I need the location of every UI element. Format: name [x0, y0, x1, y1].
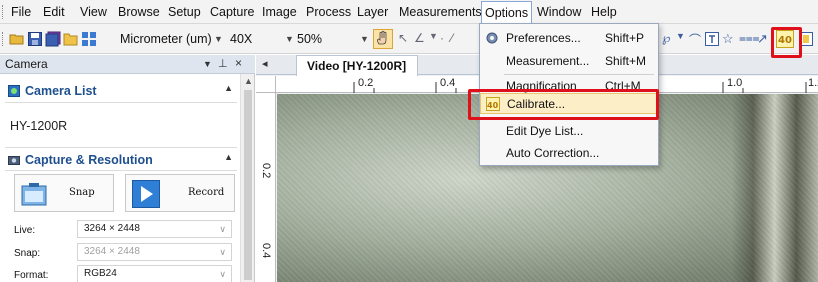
menu-help[interactable]: Help: [591, 4, 617, 20]
pin-icon[interactable]: ⊥: [218, 57, 228, 70]
menu-measurements[interactable]: Measurements: [399, 4, 482, 20]
menu-browse[interactable]: Browse: [118, 4, 160, 20]
camera-list-icon: [8, 85, 20, 97]
live-resolution-value: 3264 × 2448: [84, 223, 140, 234]
unit-select[interactable]: Micrometer (um): [120, 29, 212, 49]
snap-dropdown-icon[interactable]: ∨: [219, 244, 226, 260]
menu-image[interactable]: Image: [262, 4, 297, 20]
menu-item-edit-dye-list[interactable]: Edit Dye List...: [480, 120, 658, 142]
tab-video-label: Video [HY-1200R]: [307, 59, 407, 73]
text-tool-icon[interactable]: [704, 31, 720, 47]
snap-resolution-label: Snap:: [14, 248, 41, 259]
capture-resolution-title: Capture & Resolution: [25, 153, 153, 167]
objective-select[interactable]: 40X: [230, 29, 252, 49]
scroll-up-icon[interactable]: ▲: [244, 76, 253, 86]
menu-file[interactable]: File: [11, 4, 31, 20]
zoom-dropdown-arrow[interactable]: ▼: [360, 29, 369, 49]
camera-list-title: Camera List: [25, 84, 97, 98]
main-toolbar: Micrometer (um) ▼ 40X ▼ 50% ▼ ↖ ∠ ▼ · ⁄ …: [0, 24, 818, 54]
menu-layer[interactable]: Layer: [357, 4, 388, 20]
measurement-label: Measurement...: [506, 54, 590, 68]
star-tool-icon[interactable]: ☆: [722, 31, 738, 47]
ruler-label-1-2: 1.2: [808, 77, 818, 89]
scroll-thumb[interactable]: [244, 90, 252, 280]
record-button[interactable]: Record: [125, 174, 235, 212]
camera-list-header[interactable]: Camera List ▲: [5, 79, 237, 103]
collapse-caret-icon[interactable]: ▲: [224, 83, 233, 93]
snap-button[interactable]: Snap: [14, 174, 114, 212]
capture-section-icon: [8, 156, 20, 165]
menu-options[interactable]: Options: [481, 1, 533, 24]
menu-setup[interactable]: Setup: [168, 4, 201, 20]
menu-window[interactable]: Window: [537, 4, 581, 20]
vruler-label-0-2: 0.2: [260, 163, 272, 179]
format-label: Format:: [14, 270, 49, 281]
curve-tool-icon[interactable]: ⌒: [689, 31, 705, 47]
tab-scroll-icon[interactable]: ◂: [262, 57, 268, 70]
live-resolution-select[interactable]: 3264 × 2448 ∨: [77, 220, 232, 238]
save-icon[interactable]: [27, 31, 43, 47]
menu-view[interactable]: View: [80, 4, 107, 20]
auto-correction-label: Auto Correction...: [506, 146, 600, 160]
measurement-shortcut: Shift+M: [605, 54, 647, 68]
save-all-icon[interactable]: [45, 31, 61, 47]
menu-capture[interactable]: Capture: [210, 4, 254, 20]
menu-item-measurement[interactable]: Measurement... Shift+M: [480, 50, 658, 72]
panel-title: Camera: [5, 57, 48, 71]
open-folder-icon[interactable]: [9, 31, 25, 47]
grid-view-icon[interactable]: [81, 31, 97, 47]
calibrate-toolbar-highlight-box: [771, 27, 802, 58]
hand-pan-icon[interactable]: [373, 29, 393, 49]
panel-menu-icon[interactable]: ▼: [203, 59, 212, 69]
calibrate-highlight-box: [468, 89, 659, 120]
vruler-label-0-4: 0.4: [260, 243, 272, 259]
menu-edit[interactable]: Edit: [43, 4, 65, 20]
pointer-icon[interactable]: ↖: [398, 31, 414, 47]
live-label: Live:: [14, 225, 36, 236]
menu-item-preferences[interactable]: Preferences... Shift+P: [480, 27, 658, 49]
panel-scrollbar[interactable]: ▲: [240, 74, 254, 282]
objective-dropdown-arrow[interactable]: ▼: [285, 29, 294, 49]
snap-label: Snap: [69, 187, 95, 198]
ruler-label-1-0: 1.0: [727, 77, 743, 89]
open-icon[interactable]: [63, 31, 79, 47]
menu-grip: [2, 5, 5, 19]
angle-tool-icon[interactable]: ∠: [414, 31, 430, 47]
format-select[interactable]: RGB24 ∨: [77, 265, 232, 282]
unit-dropdown-arrow[interactable]: ▼: [214, 29, 223, 49]
close-icon[interactable]: ×: [235, 56, 242, 70]
preferences-shortcut: Shift+P: [605, 31, 645, 45]
live-dropdown-icon[interactable]: ∨: [219, 221, 226, 237]
record-play-icon: [132, 180, 160, 208]
format-value: RGB24: [84, 268, 117, 279]
format-dropdown-icon[interactable]: ∨: [219, 266, 226, 282]
vertical-ruler: 0.2 0.4: [256, 93, 276, 282]
menu-item-auto-correction[interactable]: Auto Correction...: [480, 142, 658, 164]
menu-bar: File Edit View Browse Setup Capture Imag…: [0, 0, 818, 24]
capture-resolution-header[interactable]: Capture & Resolution ▲: [5, 147, 237, 171]
toolbar-grip: [2, 32, 5, 46]
menu-process[interactable]: Process: [306, 4, 351, 20]
line-tool-icon[interactable]: ⁄: [451, 31, 467, 47]
snap-resolution-select[interactable]: 3264 × 2448 ∨: [77, 243, 232, 261]
ruler-label-0-2: 0.2: [358, 77, 374, 89]
ruler-corner: [256, 76, 276, 93]
camera-list-item[interactable]: HY-1200R: [10, 119, 67, 133]
zoom-select[interactable]: 50%: [297, 29, 322, 49]
capture-collapse-caret-icon[interactable]: ▲: [224, 152, 233, 162]
record-label: Record: [188, 187, 225, 198]
preferences-label: Preferences...: [506, 31, 581, 45]
tab-video[interactable]: Video [HY-1200R]: [296, 55, 418, 76]
snap-resolution-value: 3264 × 2448: [84, 246, 140, 257]
preferences-gear-icon: [486, 32, 498, 44]
ruler-tool-icon[interactable]: ⩶: [739, 31, 760, 47]
snap-camera-icon: [21, 183, 47, 206]
edit-dye-list-label: Edit Dye List...: [506, 124, 584, 138]
panel-header: Camera ▼ ⊥ ×: [0, 55, 255, 74]
ruler-label-0-4: 0.4: [440, 77, 456, 89]
camera-panel: Camera ▼ ⊥ × Camera List ▲ HY-1200R Capt…: [0, 55, 255, 282]
